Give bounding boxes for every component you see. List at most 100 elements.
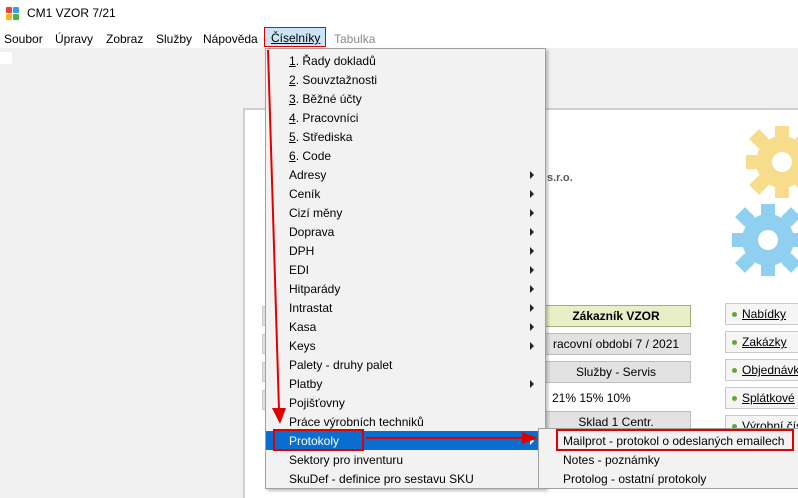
- title-bar: CM1 VZOR 7/21: [0, 0, 798, 28]
- status-dot: [732, 312, 737, 317]
- side-button-objednavky[interactable]: Objednávk: [725, 359, 798, 381]
- side-button-nabidky[interactable]: Nabídky: [725, 303, 798, 325]
- menu-item-label: Notes - poznámky: [563, 453, 660, 467]
- ciselniky-dropdown: 1. Řady dokladů 2. Souvztažnosti 3. Běžn…: [265, 48, 546, 489]
- menu-item-label: . Code: [295, 149, 332, 163]
- menu-item-label: Hitparády: [289, 282, 341, 296]
- accelerator-key: 6: [289, 149, 296, 163]
- submenu-item-protolog[interactable]: Protolog - ostatní protokoly: [539, 469, 798, 488]
- menu-item-cizi-meny[interactable]: Cizí měny: [266, 203, 545, 222]
- accelerator-key: 2: [289, 73, 296, 87]
- menu-item-label: . Pracovníci: [295, 111, 359, 125]
- menu-item-skudef[interactable]: SkuDef - definice pro sestavu SKU: [266, 469, 545, 488]
- menu-item-strediska[interactable]: 5. Střediska: [266, 127, 545, 146]
- submenu-arrow-icon: [530, 190, 534, 198]
- status-dot: [732, 340, 737, 345]
- menu-item-pracovnici[interactable]: 4. Pracovníci: [266, 108, 545, 127]
- menu-item-label: . Běžné účty: [295, 92, 362, 106]
- submenu-item-notes[interactable]: Notes - poznámky: [539, 450, 798, 469]
- menu-item-label: Kasa: [289, 320, 317, 334]
- accelerator-key: 1: [289, 54, 296, 68]
- customer-button[interactable]: Zákazník VZOR: [541, 305, 691, 327]
- menu-bar: Soubor Úpravy Zobraz Služby Nápověda Tab…: [0, 28, 798, 48]
- gear-icon: [732, 204, 798, 276]
- company-name: s.r.o.: [547, 172, 573, 184]
- menu-zobraz[interactable]: Zobraz: [106, 32, 143, 46]
- menu-item-label: . Souvztažnosti: [295, 73, 378, 87]
- submenu-arrow-icon: [530, 342, 534, 350]
- menu-item-label: DPH: [289, 244, 315, 258]
- side-button-label: Splátkové: [742, 391, 795, 405]
- menu-item-intrastat[interactable]: Intrastat: [266, 298, 545, 317]
- accelerator-key: 4: [289, 111, 296, 125]
- submenu-arrow-icon: [530, 380, 534, 388]
- menu-soubor[interactable]: Soubor: [4, 32, 43, 46]
- menu-item-code[interactable]: 6. Code: [266, 146, 545, 165]
- menu-item-rady-dokladu[interactable]: 1. Řady dokladů: [266, 51, 545, 70]
- side-button-label: Objednávk: [742, 363, 798, 377]
- menu-item-label: EDI: [289, 263, 310, 277]
- menu-item-kasa[interactable]: Kasa: [266, 317, 545, 336]
- status-dot: [732, 396, 737, 401]
- side-button-label: Zakázky: [742, 335, 787, 349]
- gear-icon: [746, 126, 798, 198]
- highlight-box: [556, 429, 794, 451]
- side-button-zakazky[interactable]: Zakázky: [725, 331, 798, 353]
- submenu-arrow-icon: [530, 304, 534, 312]
- menu-upravy[interactable]: Úpravy: [55, 32, 93, 46]
- status-dot: [732, 368, 737, 373]
- side-button-splatkove[interactable]: Splátkové: [725, 387, 798, 409]
- period-button[interactable]: racovní období 7 / 2021: [541, 333, 691, 355]
- menu-item-edi[interactable]: EDI: [266, 260, 545, 279]
- menu-ciselniky[interactable]: Číselníky: [264, 27, 326, 47]
- submenu-arrow-icon: [530, 437, 534, 445]
- menu-item-label: Protolog - ostatní protokoly: [563, 472, 707, 486]
- menu-ciselniky-label: Číselníky: [271, 31, 321, 45]
- side-button-label: Nabídky: [742, 307, 787, 321]
- menu-item-cenik[interactable]: Ceník: [266, 184, 545, 203]
- app-logo-icon: [6, 7, 20, 21]
- menu-item-label: SkuDef - definice pro sestavu SKU: [289, 472, 474, 486]
- menu-item-label: . Střediska: [295, 130, 353, 144]
- menu-item-label: Platby: [289, 377, 323, 391]
- accelerator-key: 5: [289, 130, 296, 144]
- submenu-arrow-icon: [530, 266, 534, 274]
- menu-item-label: Palety - druhy palet: [289, 358, 393, 372]
- submenu-arrow-icon: [530, 323, 534, 331]
- menu-item-label: Keys: [289, 339, 316, 353]
- submenu-arrow-icon: [530, 209, 534, 217]
- menu-item-platby[interactable]: Platby: [266, 374, 545, 393]
- menu-item-hitparady[interactable]: Hitparády: [266, 279, 545, 298]
- menu-item-label: Sektory pro inventuru: [289, 453, 404, 467]
- vat-rates: 21% 15% 10%: [552, 391, 631, 405]
- window-title: CM1 VZOR 7/21: [27, 6, 116, 20]
- menu-item-label: Intrastat: [289, 301, 333, 315]
- accelerator-key: 3: [289, 92, 296, 106]
- menu-item-keys[interactable]: Keys: [266, 336, 545, 355]
- menu-item-label: Pojišťovny: [289, 396, 345, 410]
- menu-item-label: Cizí měny: [289, 206, 343, 220]
- menu-item-dph[interactable]: DPH: [266, 241, 545, 260]
- submenu-arrow-icon: [530, 228, 534, 236]
- menu-item-pojistovny[interactable]: Pojišťovny: [266, 393, 545, 412]
- highlight-box: [273, 429, 364, 451]
- menu-item-label: . Řady dokladů: [295, 54, 376, 68]
- mdi-stub: [0, 52, 12, 64]
- menu-item-bezne-ucty[interactable]: 3. Běžné účty: [266, 89, 545, 108]
- menu-sluzby[interactable]: Služby: [156, 32, 192, 46]
- menu-napoveda[interactable]: Nápověda: [203, 32, 258, 46]
- menu-item-label: Práce výrobních techniků: [289, 415, 424, 429]
- menu-item-palety[interactable]: Palety - druhy palet: [266, 355, 545, 374]
- menu-item-label: Ceník: [289, 187, 321, 201]
- menu-tabulka: Tabulka: [334, 32, 376, 46]
- menu-item-label: Doprava: [289, 225, 335, 239]
- submenu-arrow-icon: [530, 171, 534, 179]
- menu-item-adresy[interactable]: Adresy: [266, 165, 545, 184]
- menu-item-sektory[interactable]: Sektory pro inventuru: [266, 450, 545, 469]
- menu-item-label: Adresy: [289, 168, 327, 182]
- submenu-arrow-icon: [530, 285, 534, 293]
- menu-item-doprava[interactable]: Doprava: [266, 222, 545, 241]
- menu-item-souvztaznosti[interactable]: 2. Souvztažnosti: [266, 70, 545, 89]
- services-button[interactable]: Služby - Servis: [541, 361, 691, 383]
- submenu-arrow-icon: [530, 247, 534, 255]
